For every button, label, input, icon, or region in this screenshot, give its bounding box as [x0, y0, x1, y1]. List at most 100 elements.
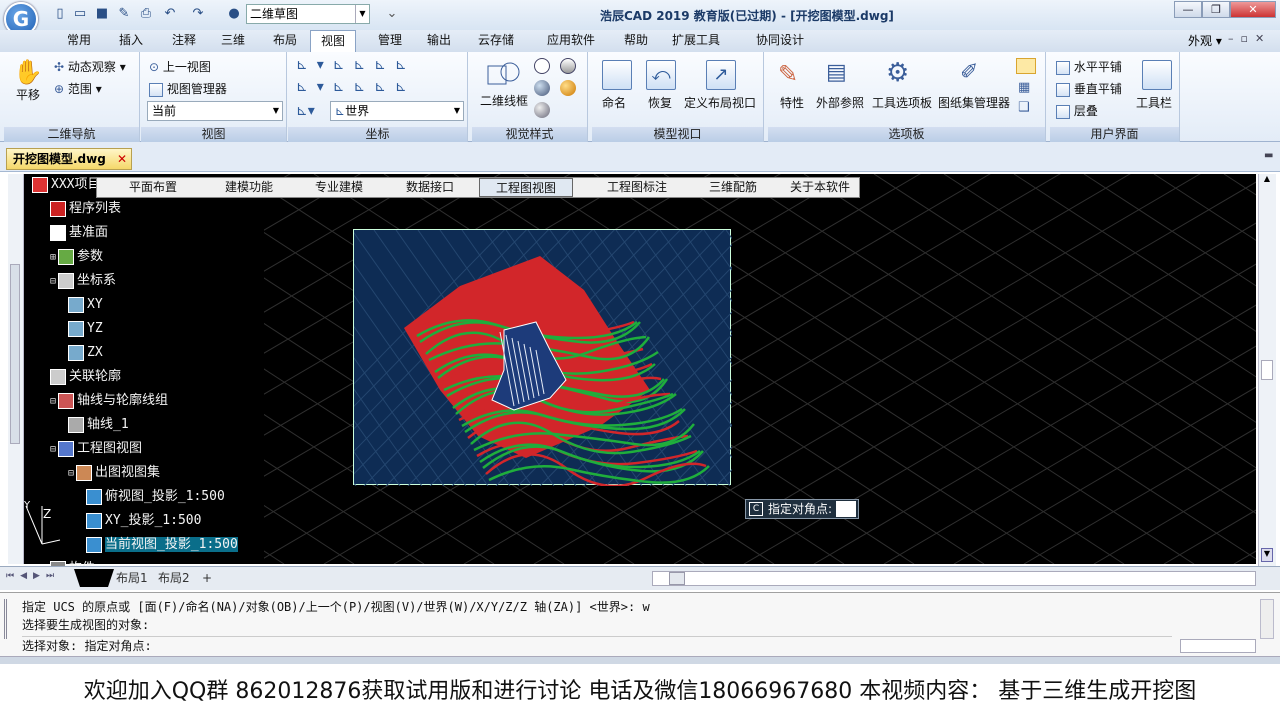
workspace-select[interactable]: 二维草图 ▼ [246, 4, 370, 24]
collapse-icon[interactable]: ⊟ [68, 468, 74, 479]
undo-icon[interactable]: ↶ [162, 6, 178, 22]
collapse-icon[interactable]: ⊟ [50, 444, 56, 455]
tree-item[interactable]: 程序列表 [50, 198, 121, 220]
tree-item[interactable]: 当前视图_投影_1:500 [86, 534, 238, 556]
terrain-preview-viewport[interactable] [153, 219, 1280, 488]
add-layout-button[interactable]: + [202, 571, 212, 587]
tree-item[interactable]: ⊟ 工程图视图 [50, 438, 142, 460]
tree-item[interactable]: XY_投影_1:500 [86, 510, 201, 532]
plugin-button-5[interactable]: 工程图标注 [591, 178, 683, 197]
sphere-conceptual-icon[interactable] [534, 102, 550, 118]
plugin-button-1[interactable]: 建模功能 [205, 178, 293, 197]
mdi-controls[interactable]: – ▫ ✕ [1228, 32, 1264, 45]
command-h-scroll[interactable] [1180, 639, 1256, 653]
user-icon[interactable]: ● [226, 6, 242, 22]
plugin-button-3[interactable]: 数据接口 [387, 178, 473, 197]
layers-icon[interactable]: ❑ [1018, 100, 1030, 115]
define-layout-viewport-button[interactable]: 定义布局视口 [684, 94, 756, 111]
layout-tab[interactable]: 布局2 [158, 571, 190, 587]
plugin-button-6[interactable]: 三维配筋 [693, 178, 773, 197]
tree-item[interactable]: ⊟ 轴线与轮廓线组 [50, 390, 168, 412]
command-grip[interactable] [4, 599, 14, 639]
palette-toggle-icon[interactable] [1016, 58, 1036, 74]
tile-horizontal-button[interactable]: 水平平铺 [1056, 58, 1122, 75]
tree-item[interactable]: 关联轮廓 [50, 366, 121, 388]
layout-tab[interactable]: 布局1 [116, 571, 148, 587]
command-scrollbar[interactable] [1260, 599, 1274, 639]
view-manager-button[interactable]: 视图管理器 [149, 80, 227, 97]
tab-list-icon[interactable]: ▬ [1264, 150, 1273, 161]
tab-1[interactable]: 插入 [110, 30, 152, 52]
tab-8[interactable]: 云存储 [468, 30, 524, 52]
plugin-button-7[interactable]: 关于本软件 [779, 178, 861, 197]
expand-icon[interactable]: ⊞ [50, 252, 56, 263]
ucs-tools-row2[interactable]: ⊾▾⊾⊾⊾⊾ [296, 79, 416, 95]
view-combo[interactable]: 当前 ▼ [147, 101, 283, 121]
properties-button[interactable]: 特性 [780, 94, 804, 111]
tree-item[interactable]: ZX [68, 342, 103, 364]
previous-view-button[interactable]: ⊙ 上一视图 [149, 58, 211, 75]
tab-9[interactable]: 应用软件 [536, 30, 606, 52]
save-icon[interactable]: ■ [94, 6, 110, 22]
vertical-scrollbar[interactable]: ▲ ▼ [1258, 174, 1276, 566]
open-file-icon[interactable]: ▭ [72, 6, 88, 22]
vertical-scrollbar-thumb[interactable] [1261, 360, 1273, 380]
tab-5[interactable]: 视图 [310, 30, 356, 52]
viewport-name-button[interactable]: 命名 [602, 94, 626, 111]
tab-0[interactable]: 常用 [58, 30, 100, 52]
orbit-button[interactable]: ✣ 动态观察 ▾ [54, 58, 126, 75]
tab-3[interactable]: 三维 [212, 30, 254, 52]
tab-10[interactable]: 帮助 [614, 30, 658, 52]
tab-2[interactable]: 注释 [162, 30, 206, 52]
minimize-button[interactable]: — [1174, 1, 1202, 18]
restore-viewport-button[interactable]: 恢复 [648, 94, 672, 111]
tree-item[interactable]: XXX项目 [32, 174, 100, 196]
close-tab-icon[interactable]: ✕ [117, 149, 127, 169]
plugin-button-2[interactable]: 专业建模 [295, 178, 383, 197]
sphere-wire-icon[interactable] [534, 58, 550, 74]
command-input-line[interactable]: 选择对象: 指定对角点: [22, 636, 1172, 654]
sphere-hidden-icon[interactable] [560, 58, 576, 74]
collapse-icon[interactable]: ⊟ [50, 396, 56, 407]
extent-button[interactable]: ⊕ 范围 ▾ [54, 80, 102, 97]
pan-button[interactable]: ✋ 平移 [12, 58, 44, 106]
print-icon[interactable]: ⎙ [138, 6, 154, 22]
tab-12[interactable]: 协同设计 [744, 30, 816, 52]
tree-item[interactable]: ⊞ 参数 [50, 246, 103, 268]
layout-nav-icons[interactable]: ⏮◀▶⏭ [6, 571, 60, 581]
scroll-down-icon[interactable]: ▼ [1261, 548, 1273, 562]
save-as-icon[interactable]: ✎ [116, 6, 132, 22]
tree-item[interactable]: ⊟ 坐标系 [50, 270, 116, 292]
scroll-up-icon[interactable]: ▲ [1261, 174, 1273, 186]
customize-qa-icon[interactable]: ⌄ [384, 6, 400, 22]
tree-item[interactable]: ⊟ 出图视图集 [68, 462, 160, 484]
calculator-icon[interactable]: ▦ [1018, 80, 1030, 95]
ucs-tools-row1[interactable]: ⊾▾⊾⊾⊾⊾ [296, 57, 416, 73]
plugin-button-4[interactable]: 工程图视图 [479, 178, 573, 197]
new-file-icon[interactable]: ▯ [52, 6, 68, 22]
tab-4[interactable]: 布局 [264, 30, 306, 52]
sheetset-manager-button[interactable]: 图纸集管理器 [938, 94, 1010, 111]
horizontal-scrollbar-thumb[interactable] [669, 572, 685, 585]
sphere-realistic-icon[interactable] [560, 80, 576, 96]
tree-item[interactable]: 俯视图_投影_1:500 [86, 486, 225, 508]
tree-item[interactable]: YZ [68, 318, 103, 340]
xref-button[interactable]: 外部参照 [816, 94, 864, 111]
model-tab[interactable] [74, 569, 114, 587]
tree-item[interactable]: 基准面 [50, 222, 108, 244]
tree-item[interactable]: XY [68, 294, 103, 316]
horizontal-scrollbar[interactable] [652, 571, 1256, 586]
plugin-button-0[interactable]: 平面布置 [107, 178, 199, 197]
close-button[interactable]: ✕ [1230, 1, 1276, 18]
tile-vertical-button[interactable]: 垂直平铺 [1056, 80, 1122, 97]
ucs-icon[interactable]: ⊾▾ [296, 103, 315, 119]
wireframe-button[interactable]: 二维线框 [480, 92, 528, 109]
tool-palettes-button[interactable]: 工具选项板 [872, 94, 932, 111]
tab-7[interactable]: 输出 [418, 30, 460, 52]
redo-icon[interactable]: ↷ [190, 6, 206, 22]
ucs-combo[interactable]: ⊾世界 ▼ [330, 101, 464, 121]
document-tab[interactable]: 开挖图模型.dwg ✕ [6, 148, 132, 170]
prompt-input[interactable] [836, 501, 857, 517]
tree-item[interactable]: 轴线_1 [68, 414, 129, 436]
restore-button[interactable]: ❐ [1202, 1, 1230, 18]
